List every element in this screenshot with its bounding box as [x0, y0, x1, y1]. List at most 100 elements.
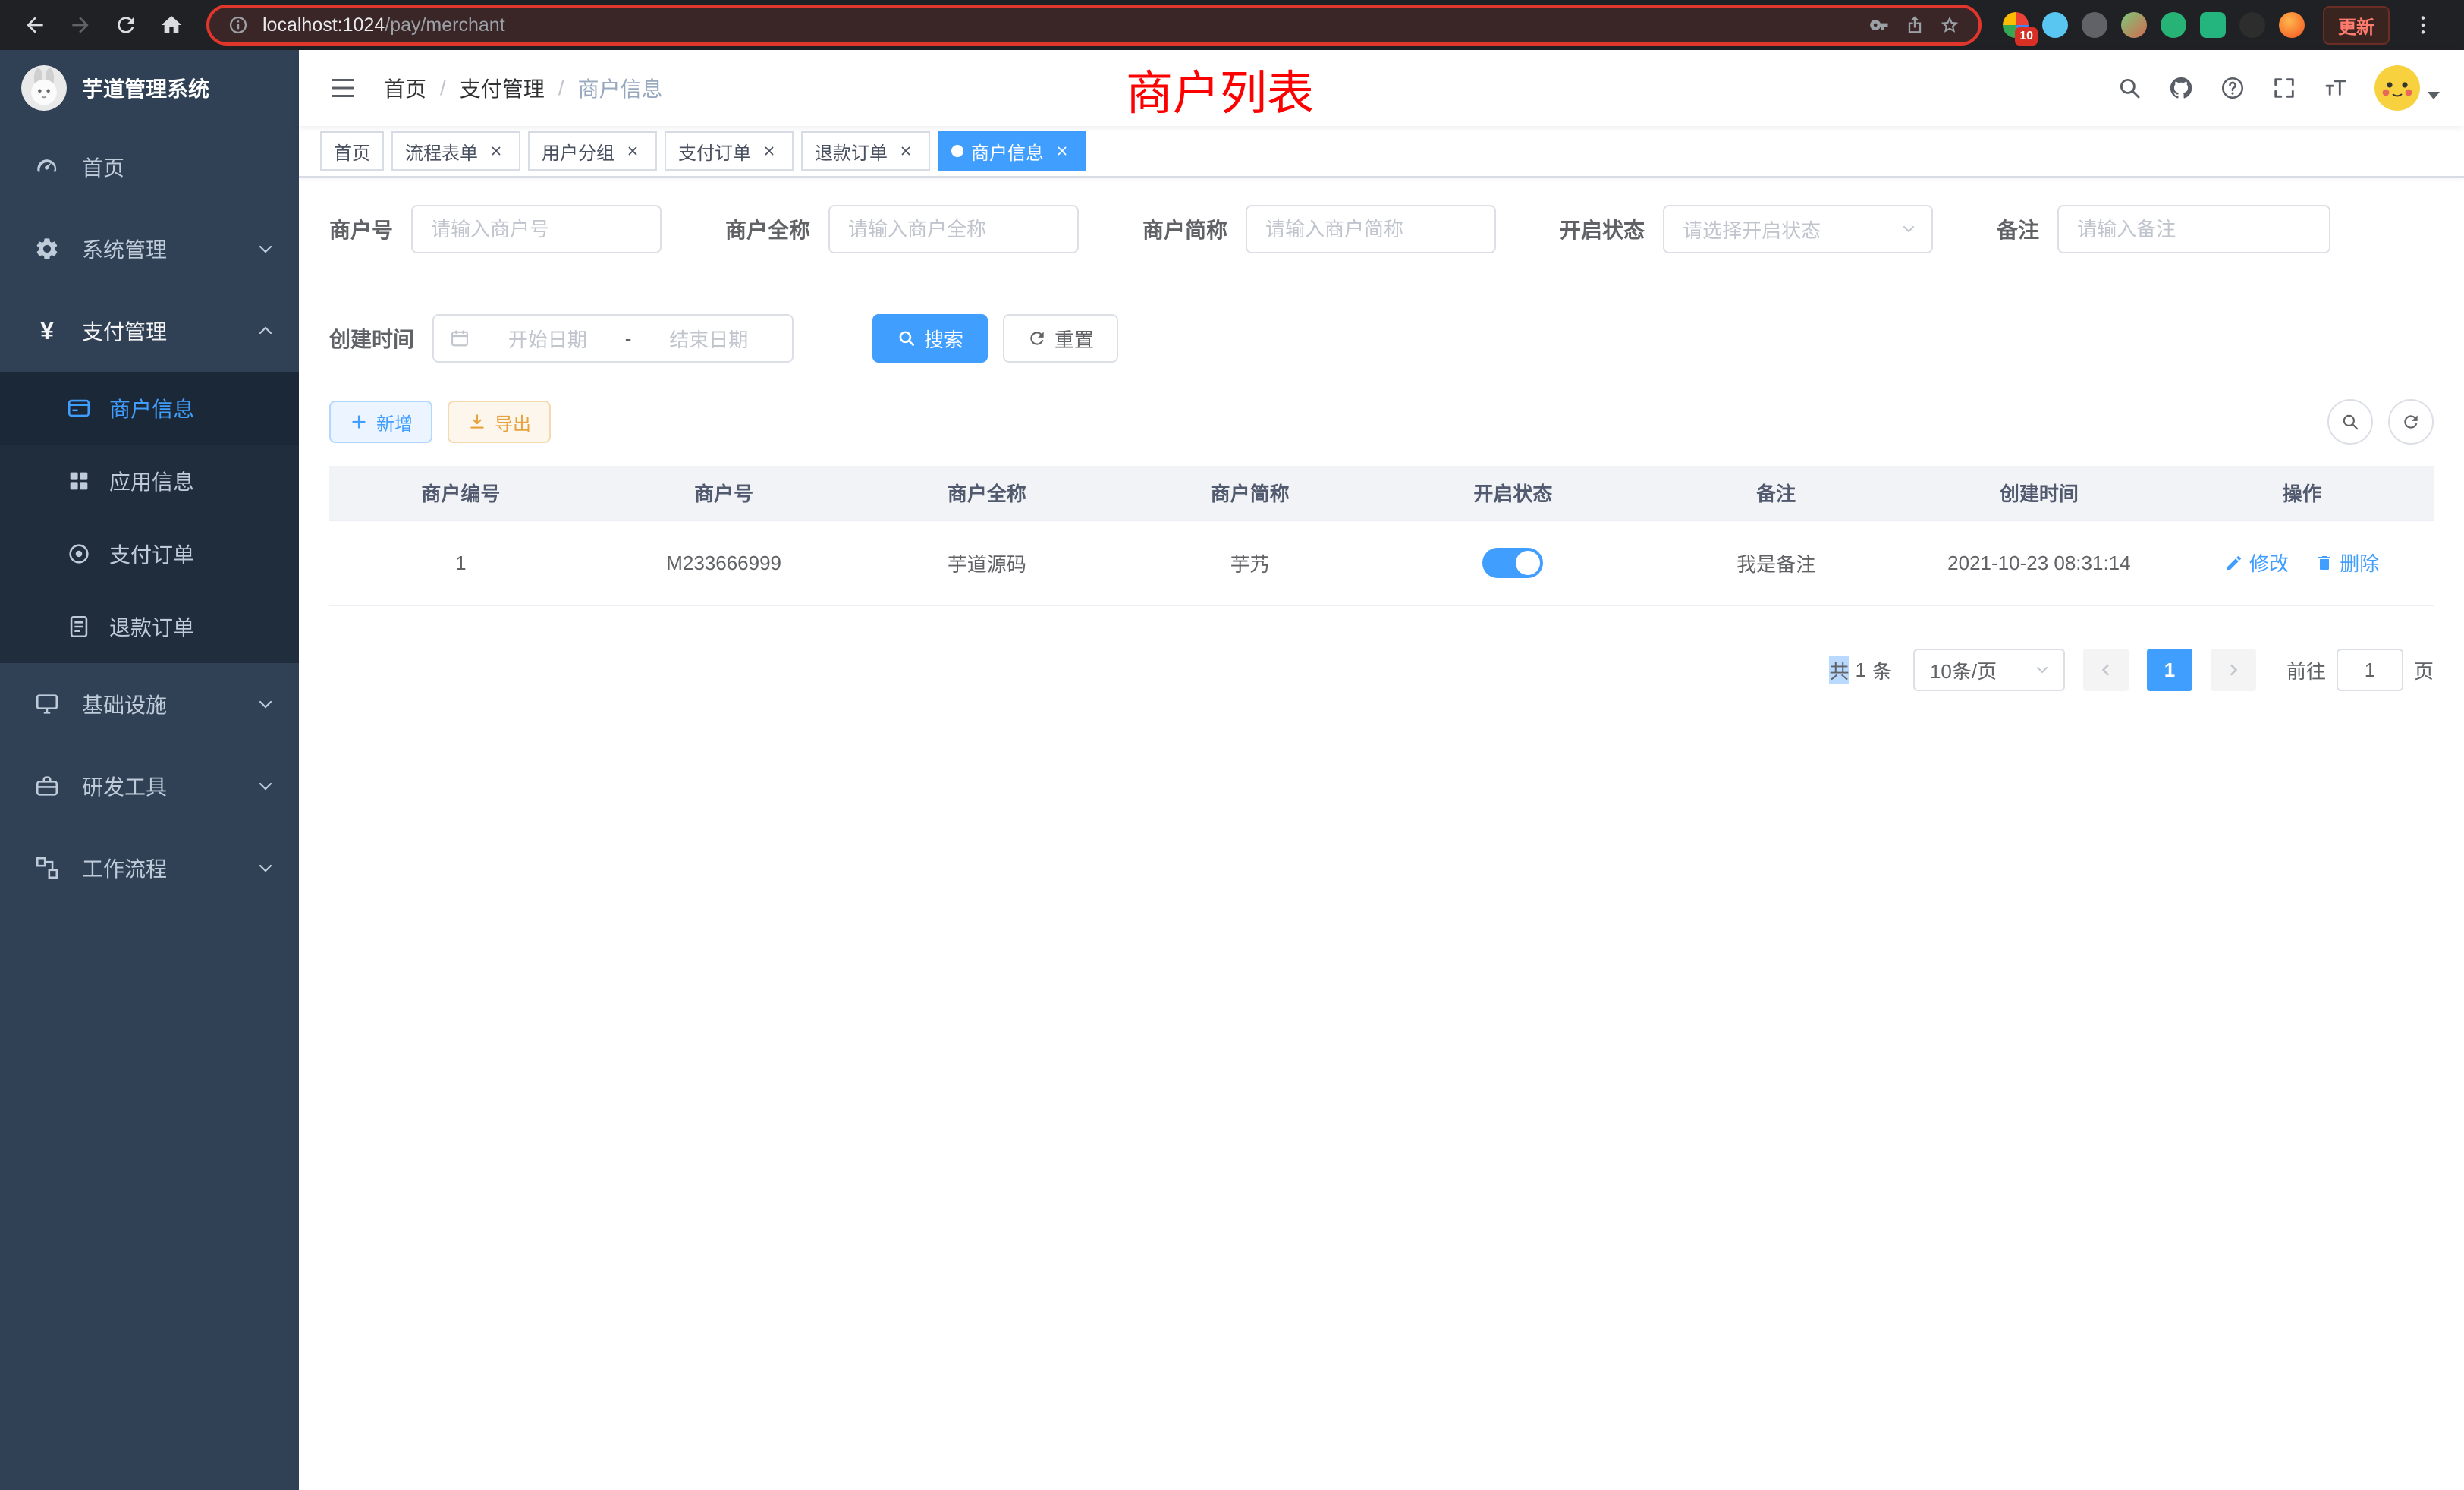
help-icon[interactable] — [2220, 75, 2246, 101]
prev-page-button[interactable] — [2083, 649, 2129, 691]
add-button[interactable]: 新增 — [329, 401, 432, 443]
user-avatar — [2374, 65, 2420, 111]
page-1-button[interactable]: 1 — [2147, 649, 2192, 691]
share-icon[interactable] — [1904, 14, 1925, 36]
sidebar-subitem-app-info[interactable]: 应用信息 — [0, 445, 299, 517]
full-name-input[interactable] — [828, 205, 1079, 253]
table-header-row: 商户编号 商户号 商户全称 商户简称 开启状态 备注 创建时间 操作 — [329, 466, 2434, 520]
browser-reload-button[interactable] — [106, 5, 146, 45]
annotation-merchant-list: 商户列表 — [1126, 55, 1314, 123]
browser-forward-button[interactable] — [61, 5, 100, 45]
delete-button[interactable]: 删除 — [2315, 549, 2379, 577]
page-size-select[interactable]: 10条/页 — [1913, 649, 2065, 691]
close-icon[interactable] — [1051, 140, 1073, 162]
tab-pay-order[interactable]: 支付订单 — [665, 131, 794, 171]
tab-home[interactable]: 首页 — [320, 131, 384, 171]
column-header-actions: 操作 — [2170, 466, 2434, 520]
search-button[interactable]: 搜索 — [872, 314, 988, 363]
column-header-short-name: 商户简称 — [1118, 466, 1381, 520]
close-icon[interactable] — [622, 140, 643, 162]
browser-back-button[interactable] — [15, 5, 55, 45]
app-logo[interactable]: 芋道管理系统 — [0, 50, 299, 126]
header-search-icon[interactable] — [2117, 75, 2142, 101]
short-name-input[interactable] — [1246, 205, 1496, 253]
browser-home-button[interactable] — [152, 5, 191, 45]
sidebar-item-system[interactable]: 系统管理 — [0, 208, 299, 290]
user-avatar-dropdown[interactable] — [2374, 65, 2440, 111]
close-icon[interactable] — [759, 140, 780, 162]
status-select-placeholder: 请选择开启状态 — [1683, 215, 1821, 244]
extension-icon[interactable] — [2200, 12, 2226, 38]
toggle-search-button[interactable] — [2327, 399, 2373, 445]
close-icon[interactable] — [895, 140, 916, 162]
sidebar-menu: 首页 系统管理 ¥ 支付管理 商户信息 — [0, 126, 299, 1490]
remark-input[interactable] — [2057, 205, 2330, 253]
font-size-icon[interactable] — [2323, 75, 2349, 101]
chevron-down-icon — [256, 695, 275, 713]
refresh-table-button[interactable] — [2388, 399, 2434, 445]
create-time-range-picker[interactable]: 开始日期 - 结束日期 — [432, 314, 794, 363]
extension-icon[interactable] — [2121, 12, 2147, 38]
sidebar-item-label: 支付管理 — [82, 316, 256, 346]
caret-down-icon — [2428, 92, 2440, 99]
extension-icon[interactable] — [2239, 12, 2265, 38]
tab-label: 支付订单 — [678, 138, 751, 165]
delete-button-label: 删除 — [2340, 549, 2379, 577]
sidebar: 芋道管理系统 首页 系统管理 ¥ 支付管理 — [0, 50, 299, 1490]
add-button-label: 新增 — [376, 409, 413, 435]
extension-icon[interactable] — [2042, 12, 2068, 38]
sidebar-subitem-label: 应用信息 — [109, 466, 299, 496]
extension-icon[interactable] — [2082, 12, 2107, 38]
column-header-status: 开启状态 — [1381, 466, 1645, 520]
sidebar-item-devtools[interactable]: 研发工具 — [0, 745, 299, 827]
edit-button[interactable]: 修改 — [2225, 549, 2289, 577]
tab-process-form[interactable]: 流程表单 — [391, 131, 520, 171]
tab-user-group[interactable]: 用户分组 — [528, 131, 657, 171]
export-button[interactable]: 导出 — [448, 401, 551, 443]
bookmark-star-icon[interactable] — [1939, 14, 1960, 36]
sidebar-item-infrastructure[interactable]: 基础设施 — [0, 663, 299, 745]
tab-label: 用户分组 — [542, 138, 614, 165]
extension-icon[interactable]: 10 — [2003, 12, 2029, 38]
extension-icon[interactable] — [2161, 12, 2186, 38]
github-icon[interactable] — [2168, 75, 2194, 101]
sidebar-item-home[interactable]: 首页 — [0, 126, 299, 208]
app-grid-icon — [64, 468, 94, 494]
tab-refund-order[interactable]: 退款订单 — [801, 131, 930, 171]
navbar-tools — [2117, 65, 2440, 111]
sidebar-item-workflow[interactable]: 工作流程 — [0, 827, 299, 909]
sidebar-subitem-pay-order[interactable]: 支付订单 — [0, 517, 299, 590]
sidebar-subitem-merchant-info[interactable]: 商户信息 — [0, 372, 299, 445]
breadcrumb-home[interactable]: 首页 — [384, 73, 426, 103]
breadcrumb-payment[interactable]: 支付管理 — [460, 73, 545, 103]
chevron-down-icon — [1900, 220, 1918, 238]
cell-remark: 我是备注 — [1645, 520, 1908, 605]
status-select[interactable]: 请选择开启状态 — [1663, 205, 1933, 253]
tab-merchant-info[interactable]: 商户信息 — [938, 131, 1086, 171]
column-header-id: 商户编号 — [329, 466, 592, 520]
reset-button[interactable]: 重置 — [1003, 314, 1118, 363]
sidebar-subitem-refund-order[interactable]: 退款订单 — [0, 590, 299, 663]
fullscreen-icon[interactable] — [2271, 75, 2297, 101]
sidebar-toggle-icon[interactable] — [323, 68, 363, 108]
filter-status: 开启状态 请选择开启状态 — [1560, 205, 1933, 253]
filter-remark: 备注 — [1997, 205, 2330, 253]
browser-update-button[interactable]: 更新 — [2323, 6, 2390, 45]
merchant-no-input[interactable] — [411, 205, 662, 253]
cell-full-name: 芋道源码 — [856, 520, 1119, 605]
site-info-icon[interactable] — [228, 14, 249, 36]
address-bar[interactable]: localhost:1024/pay/merchant — [206, 5, 1982, 46]
password-key-icon[interactable] — [1869, 14, 1890, 36]
browser-menu-icon[interactable] — [2403, 5, 2443, 45]
next-page-button[interactable] — [2211, 649, 2256, 691]
breadcrumb: 首页 / 支付管理 / 商户信息 — [384, 73, 663, 103]
goto-page-input[interactable] — [2337, 649, 2403, 691]
sidebar-subitem-label: 支付订单 — [109, 539, 299, 569]
profile-avatar-icon[interactable] — [2279, 12, 2305, 38]
close-icon[interactable] — [486, 140, 507, 162]
edit-button-label: 修改 — [2249, 549, 2289, 577]
sidebar-item-payment[interactable]: ¥ 支付管理 — [0, 290, 299, 372]
status-switch[interactable] — [1482, 548, 1543, 578]
tab-label: 商户信息 — [971, 138, 1044, 165]
monitor-icon — [30, 691, 64, 717]
